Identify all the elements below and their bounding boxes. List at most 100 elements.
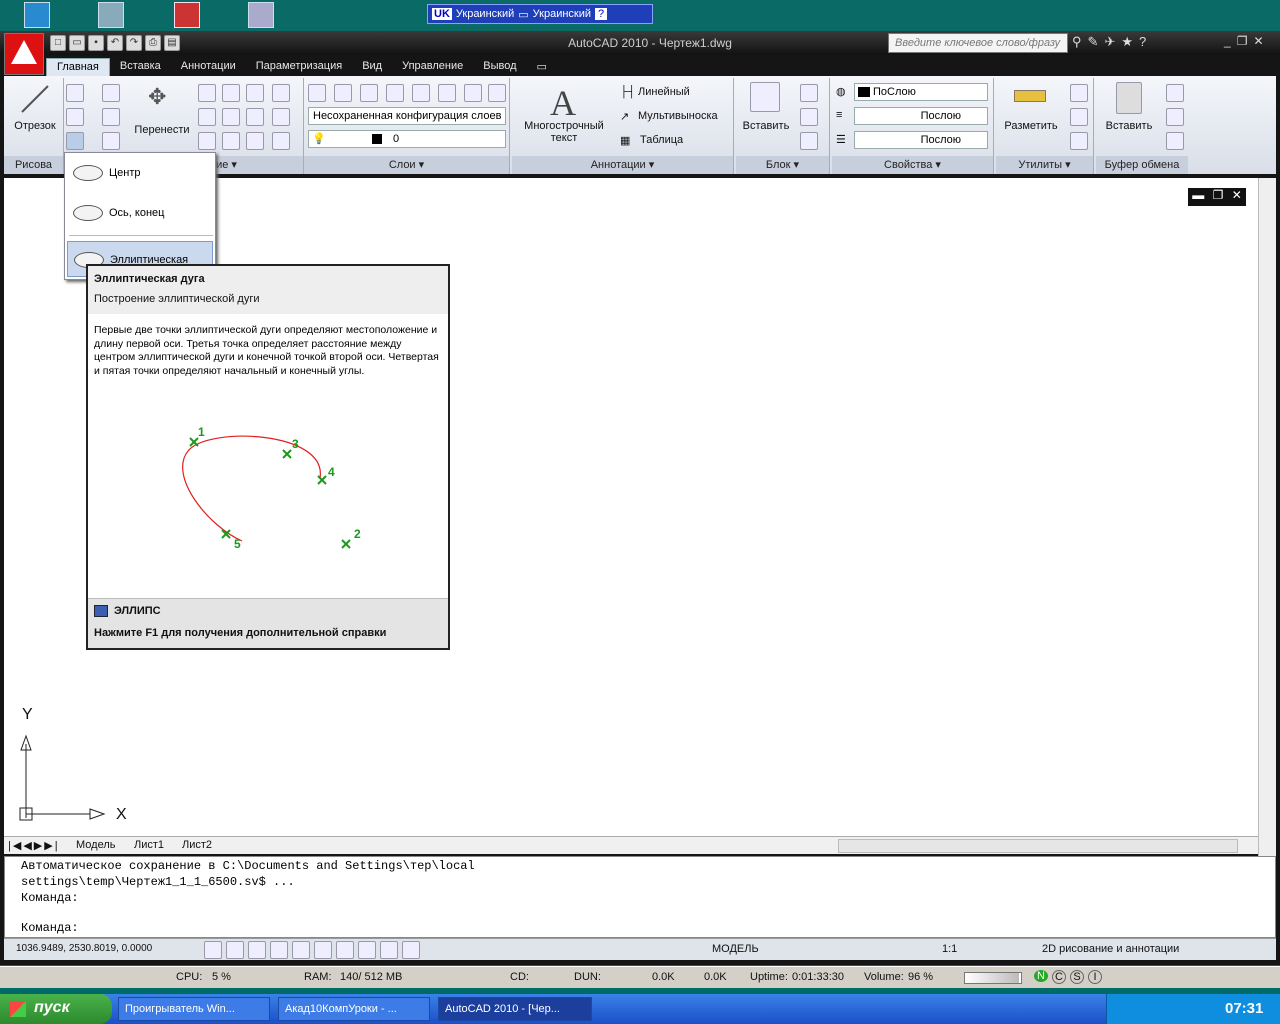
tab-layout2[interactable]: Лист2 [182,839,212,851]
trim-icon[interactable] [222,84,240,102]
restore-button[interactable]: ❐ [1237,34,1248,48]
copy-clip-icon[interactable] [1166,108,1184,126]
rotate-icon[interactable] [198,84,216,102]
start-button[interactable]: пуск [0,994,112,1024]
layer-iso-icon[interactable] [360,84,378,102]
multileader-button[interactable]: Мультивыноска [638,110,718,122]
viewport-close-button[interactable]: ✕ [1232,188,1242,206]
vertical-scrollbar[interactable] [1258,178,1276,858]
polyline-icon[interactable] [66,84,84,102]
minimize-button[interactable]: _ [1224,34,1231,48]
save-icon[interactable]: ▪ [88,35,104,51]
taskbar-item-media-player[interactable]: Проигрыватель Win... [118,997,270,1021]
properties-icon[interactable]: ▤ [164,35,180,51]
ellipse-axis-end-item[interactable]: Ось, конец [67,195,213,231]
properties-panel-footer[interactable]: Свойства ▾ [832,156,993,174]
osnap-icon[interactable] [292,941,310,959]
coordinates-readout[interactable]: 1036.9489, 2530.8019, 0.0000 [16,943,152,954]
scale-icon[interactable] [246,108,264,126]
ribbon-minimize-icon[interactable]: ▭ [527,58,557,76]
block-panel-footer[interactable]: Блок ▾ [736,156,829,174]
ellipse-center-item[interactable]: Центр [67,155,213,191]
tab-layout1[interactable]: Лист1 [134,839,164,851]
redo-icon[interactable]: ↷ [126,35,142,51]
open-icon[interactable]: ▭ [69,35,85,51]
layer-walk-icon[interactable] [488,84,506,102]
create-block-icon[interactable] [800,84,818,102]
insert-block-button[interactable]: Вставить [736,120,796,132]
star-icon[interactable]: ★ [1121,34,1133,50]
copy-icon[interactable] [246,84,264,102]
tab-home[interactable]: Главная [46,58,110,76]
command-prompt[interactable]: Команда: [21,921,79,935]
ortho-icon[interactable] [248,941,266,959]
utilities-panel-footer[interactable]: Утилиты ▾ [996,156,1093,174]
clipboard-panel-footer[interactable]: Буфер обмена [1096,156,1188,174]
linear-dim-button[interactable]: Линейный [638,86,690,98]
volume-slider[interactable] [964,972,1022,984]
select-all-icon[interactable] [1070,108,1088,126]
viewport-restore-button[interactable]: ❐ [1213,188,1224,206]
layer-off-icon[interactable] [412,84,430,102]
binoculars-icon[interactable]: ⚲ [1072,34,1082,50]
print-icon[interactable]: ⎙ [145,35,161,51]
help-icon[interactable]: ? [1139,34,1146,50]
tab-view[interactable]: Вид [352,58,392,76]
draw-panel-footer[interactable]: Рисова [4,156,63,174]
dyn-icon[interactable] [358,941,376,959]
match-properties-icon[interactable] [1166,132,1184,150]
clock[interactable]: 07:31 [1225,1000,1263,1017]
desktop-shortcut-icon[interactable] [24,2,50,28]
workspace-switch[interactable]: 2D рисование и аннотации [1042,943,1179,955]
quick-select-icon[interactable] [1070,84,1088,102]
tab-parametric[interactable]: Параметризация [246,58,352,76]
rectangle-icon[interactable] [102,108,120,126]
undo-icon[interactable]: ↶ [107,35,123,51]
desktop-shortcut-icon[interactable] [98,2,124,28]
chamfer-icon[interactable] [272,132,290,150]
taskbar-item-autocad[interactable]: AutoCAD 2010 - [Чер... [438,997,592,1021]
block-attribute-icon[interactable] [800,132,818,150]
mtext-button[interactable]: Многострочный текст [518,120,610,144]
viewport-minimize-button[interactable]: ▬ [1192,188,1204,206]
help-icon[interactable]: ? [595,8,608,20]
wrench-icon[interactable]: ✎ [1088,34,1099,50]
grid-icon[interactable] [226,941,244,959]
tab-insert[interactable]: Вставка [110,58,171,76]
cut-icon[interactable] [1166,84,1184,102]
layer-match-icon[interactable] [464,84,482,102]
table-button[interactable]: Таблица [640,134,683,146]
satellite-icon[interactable]: ✈ [1104,34,1115,50]
layer-lock-icon[interactable] [438,84,456,102]
annotation-scale[interactable]: 1:1 [942,943,957,955]
layer-properties-icon[interactable] [308,84,326,102]
close-button[interactable]: ✕ [1253,34,1263,48]
mirror-icon[interactable] [272,84,290,102]
annotation-panel-footer[interactable]: Аннотации ▾ [512,156,733,174]
calculator-icon[interactable] [248,2,274,28]
arc-icon[interactable] [102,84,120,102]
lineweight-combo[interactable]: Послою [854,107,988,125]
qp-icon[interactable] [402,941,420,959]
application-menu-button[interactable] [4,33,44,75]
snap-icon[interactable] [204,941,222,959]
offset-icon[interactable] [246,132,264,150]
tab-manage[interactable]: Управление [392,58,473,76]
horizontal-scrollbar[interactable] [838,839,1238,853]
lineweight-toggle-icon[interactable] [380,941,398,959]
command-window[interactable]: Автоматическое сохранение в C:\Documents… [4,856,1276,938]
edit-block-icon[interactable] [800,108,818,126]
ellipse-icon[interactable] [66,132,84,150]
taskbar-item-word[interactable]: Акад10КомпУроки - ... [278,997,430,1021]
hatch-icon[interactable] [102,132,120,150]
line-button[interactable]: Отрезок [4,120,66,132]
language-bar[interactable]: UK Украинский ▭ Украинский ? [427,4,653,24]
layer-freeze-icon[interactable] [386,84,404,102]
tab-output[interactable]: Вывод [473,58,526,76]
calendar-icon[interactable] [174,2,200,28]
calculator-icon[interactable] [1070,132,1088,150]
tab-model[interactable]: Модель [76,839,115,851]
layer-combo[interactable]: 0 [308,130,506,148]
tab-nav-arrows[interactable]: |◀◀▶▶| [8,839,60,852]
circle-icon[interactable] [66,108,84,126]
